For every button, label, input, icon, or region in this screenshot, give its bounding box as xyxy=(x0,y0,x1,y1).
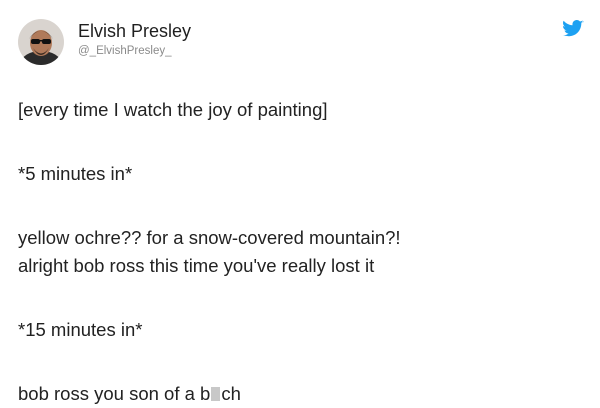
avatar[interactable] xyxy=(18,19,64,65)
tweet-card: Elvish Presley @_ElvishPresley_ [every t… xyxy=(0,0,600,404)
tweet-line-last: bob ross you son of a b ch xyxy=(18,380,584,408)
tweet-line: *15 minutes in* xyxy=(18,319,143,340)
tweet-line: alright bob ross this time you've really… xyxy=(18,255,375,276)
line-break xyxy=(18,124,584,160)
author-names: Elvish Presley @_ElvishPresley_ xyxy=(78,20,191,59)
tweet-line: yellow ochre?? for a snow-covered mounta… xyxy=(18,227,401,248)
twitter-bird-icon[interactable] xyxy=(562,20,584,38)
tweet-header: Elvish Presley @_ElvishPresley_ xyxy=(18,14,191,70)
censor-block xyxy=(211,387,221,401)
display-name[interactable]: Elvish Presley xyxy=(78,20,191,42)
tweet-line: *5 minutes in* xyxy=(18,163,133,184)
user-handle[interactable]: @_ElvishPresley_ xyxy=(78,43,191,59)
line-break xyxy=(18,344,584,380)
avatar-photo-icon xyxy=(18,19,64,65)
line-break xyxy=(18,280,584,316)
line-break xyxy=(18,188,584,224)
tweet-body: [every time I watch the joy of painting]… xyxy=(18,96,584,408)
tweet-line: [every time I watch the joy of painting] xyxy=(18,99,328,120)
